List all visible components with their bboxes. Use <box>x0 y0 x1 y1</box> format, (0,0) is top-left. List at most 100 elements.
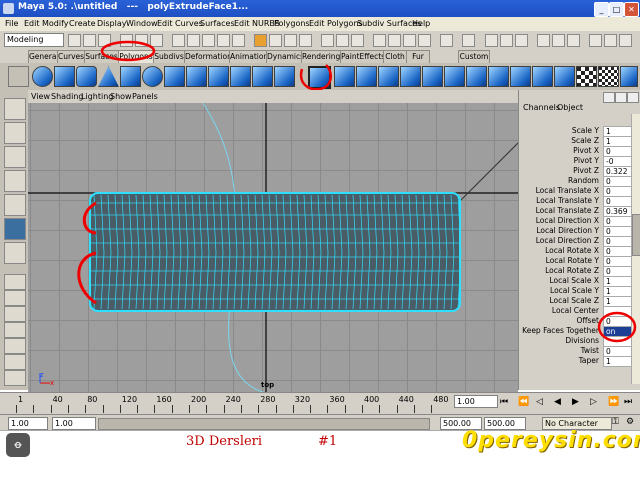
menu-polygons[interactable]: Polygons <box>274 19 310 28</box>
channel-box-icon[interactable] <box>537 34 550 47</box>
panel-menu-shading[interactable]: Shading <box>51 92 84 101</box>
numeric-input-icon[interactable] <box>462 34 475 47</box>
time-tick <box>292 405 294 413</box>
last-tool-icon[interactable] <box>4 242 26 264</box>
maximize-button[interactable]: □ <box>609 2 624 17</box>
render-view-icon[interactable] <box>373 34 386 47</box>
mask-curve-icon[interactable] <box>202 34 215 47</box>
time-tick-label: 1 <box>18 395 24 404</box>
layer-editor-icon[interactable] <box>589 34 602 47</box>
toolbox <box>0 90 29 390</box>
mask-surface-icon[interactable] <box>217 34 230 47</box>
layout-two-icon[interactable] <box>515 34 528 47</box>
step-forward-icon[interactable]: ⏩ <box>608 397 619 407</box>
layout-render-view-icon[interactable] <box>4 370 26 386</box>
footer: ꝋ 3D Dersleri #1 0pereysin.com <box>0 428 640 481</box>
layout-single-icon[interactable] <box>485 34 498 47</box>
minimize-button[interactable]: _ <box>594 2 609 17</box>
menu-set-dropdown[interactable]: Modeling <box>4 33 64 47</box>
layout-four-pane-icon[interactable] <box>4 290 26 306</box>
time-tick-label: 440 <box>398 395 414 404</box>
menu-surfaces[interactable]: Surfaces <box>200 19 235 28</box>
menu-edit-nurbs[interactable]: Edit NURBS <box>234 19 280 28</box>
step-back-frame-icon[interactable]: ◁ <box>536 397 543 407</box>
axis-z-label: z <box>40 371 44 379</box>
time-tick-label: 200 <box>191 395 207 404</box>
snap-point-icon[interactable] <box>284 34 297 47</box>
preferences-icon[interactable]: ⚙ <box>626 417 634 427</box>
quick-select-icon[interactable] <box>440 34 453 47</box>
time-tick <box>413 405 415 413</box>
history-icon[interactable] <box>321 34 334 47</box>
menu-edit[interactable]: Edit <box>24 19 40 28</box>
select-component-icon[interactable] <box>150 34 163 47</box>
tool-settings-icon[interactable] <box>567 34 580 47</box>
mask-joint-icon[interactable] <box>187 34 200 47</box>
move-tool-icon[interactable] <box>4 146 26 168</box>
snap-grid-icon[interactable] <box>254 34 267 47</box>
shelf <box>0 63 640 91</box>
snap-view-icon[interactable] <box>299 34 312 47</box>
time-tick-label: 400 <box>364 395 380 404</box>
step-back-icon[interactable]: ⏪ <box>518 397 529 407</box>
menu-edit-polygons[interactable]: Edit Polygons <box>309 19 363 28</box>
layout-four-icon[interactable] <box>500 34 513 47</box>
playback-start-field[interactable]: 1.00 <box>52 417 96 430</box>
go-to-end-icon[interactable]: ⏭ <box>624 397 632 407</box>
layout-two-pane-icon[interactable] <box>4 306 26 322</box>
go-to-start-icon[interactable]: ⏮ <box>500 397 508 407</box>
output-ops-icon[interactable] <box>351 34 364 47</box>
ipr-render-icon[interactable] <box>403 34 416 47</box>
select-hierarchy-icon[interactable] <box>120 34 133 47</box>
time-tick <box>85 405 87 413</box>
menu-display[interactable]: Display <box>97 19 127 28</box>
time-tick <box>223 405 225 413</box>
select-tool-icon[interactable] <box>4 98 26 120</box>
menu-modify[interactable]: Modify <box>42 19 69 28</box>
time-tick <box>67 405 69 413</box>
current-time-field[interactable]: 1.00 <box>454 395 498 408</box>
rotate-tool-icon[interactable] <box>4 170 26 192</box>
panel-menu-view[interactable]: View <box>31 92 50 101</box>
menu-window[interactable]: Window <box>126 19 158 28</box>
play-backwards-icon[interactable]: ◀ <box>554 397 561 407</box>
panel-menu-show[interactable]: Show <box>110 92 132 101</box>
layout-single-pane-icon[interactable] <box>4 274 26 290</box>
time-tick <box>396 405 398 413</box>
panel-menu-panels[interactable]: Panels <box>132 92 158 101</box>
maya-app-icon <box>3 3 14 14</box>
hypergraph-icon[interactable] <box>619 34 632 47</box>
layout-hypergraph-icon[interactable] <box>4 338 26 354</box>
mask-deform-icon[interactable] <box>232 34 245 47</box>
time-slider[interactable]: 1 40 80 120 160 200 240 280 320 360 400 440 480 1.00… <box>0 392 640 415</box>
layout-outliner-icon[interactable] <box>4 322 26 338</box>
range-slider-bar[interactable] <box>98 418 430 430</box>
open-scene-icon[interactable] <box>83 34 96 47</box>
step-forward-frame-icon[interactable]: ▷ <box>590 397 597 407</box>
time-tick <box>171 405 173 413</box>
start-time-field[interactable]: 1.00 <box>8 417 48 430</box>
play-forwards-icon[interactable]: ▶ <box>572 397 579 407</box>
lasso-tool-icon[interactable] <box>4 122 26 144</box>
manipulator-tool-icon[interactable] <box>4 218 26 240</box>
attribute-editor-icon[interactable] <box>552 34 565 47</box>
outliner-icon[interactable] <box>604 34 617 47</box>
snap-curve-icon[interactable] <box>269 34 282 47</box>
menu-edit-curves[interactable]: Edit Curves <box>157 19 203 28</box>
input-ops-icon[interactable] <box>336 34 349 47</box>
render-frame-icon[interactable] <box>388 34 401 47</box>
new-scene-icon[interactable] <box>68 34 81 47</box>
menu-help[interactable]: Help <box>412 19 430 28</box>
menu-file[interactable]: File <box>5 19 18 28</box>
close-button[interactable]: ✕ <box>624 2 639 17</box>
layout-graph-editor-icon[interactable] <box>4 354 26 370</box>
menu-create[interactable]: Create <box>69 19 96 28</box>
key-icon[interactable]: ⚿ <box>612 417 619 427</box>
render-globals-icon[interactable] <box>418 34 431 47</box>
top-viewport[interactable]: z x top <box>28 103 518 393</box>
mask-handle-icon[interactable] <box>172 34 185 47</box>
time-tick <box>189 405 190 413</box>
panel-menu-lighting[interactable]: Lighting <box>81 92 113 101</box>
watermark: 0pereysin.com <box>462 428 640 453</box>
scale-tool-icon[interactable] <box>4 194 26 216</box>
